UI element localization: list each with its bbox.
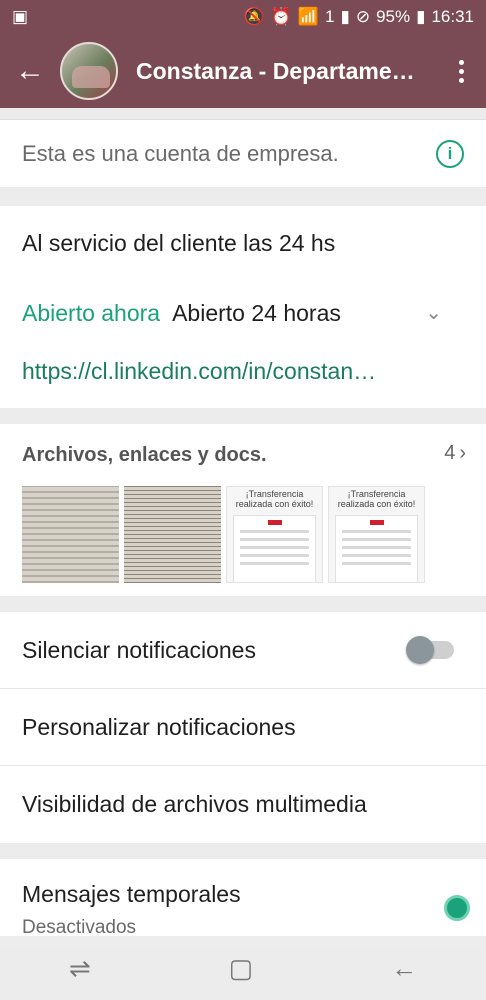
custom-notifications-row[interactable]: Personalizar notificaciones (0, 689, 486, 766)
notification-settings-card: Silenciar notificaciones Personalizar no… (0, 612, 486, 843)
temporary-messages-label: Mensajes temporales (22, 881, 241, 907)
app-bar: ← Constanza - Departame… (0, 34, 486, 108)
media-thumbnail-2[interactable] (124, 486, 221, 583)
battery-percent: 95% (376, 7, 411, 26)
back-arrow-icon[interactable]: ← (0, 34, 60, 108)
media-count-value: 4 (444, 442, 456, 464)
sim-badge: 1 (324, 7, 335, 26)
back-icon[interactable]: ← (391, 953, 417, 984)
home-icon[interactable]: ▢ (229, 953, 254, 984)
bank-logo-icon (369, 520, 384, 525)
hours-value: Abierto 24 horas (172, 300, 341, 326)
chevron-right-icon: › (459, 442, 466, 464)
media-thumbnail-4[interactable]: ¡Transferencia realizada con éxito! (328, 486, 425, 583)
business-description-card: Al servicio del cliente las 24 hs Abiert… (0, 206, 486, 408)
info-icon[interactable]: i (436, 139, 464, 168)
clock: 16:31 (431, 7, 474, 26)
business-account-notice: Esta es una cuenta de empresa. (22, 140, 339, 166)
no-disturb-icon: ⊘ (355, 7, 371, 26)
receipt-preview (233, 515, 316, 582)
recent-apps-icon[interactable]: ⇌ (69, 953, 91, 984)
overflow-menu-icon[interactable] (436, 59, 486, 83)
hours-status: Abierto ahora (22, 300, 161, 326)
media-thumbnail-1[interactable] (22, 486, 119, 583)
website-link[interactable]: https://cl.linkedin.com/in/constan… (22, 358, 442, 385)
business-hours[interactable]: Abierto ahora Abierto 24 horas (22, 300, 341, 327)
media-count[interactable]: 4 › (444, 442, 466, 465)
gallery-icon: ▣ (12, 7, 29, 26)
business-account-card[interactable]: Esta es una cuenta de empresa. i (0, 119, 486, 187)
media-thumbnail-3[interactable]: ¡Transferencia realizada con éxito! (226, 486, 323, 583)
receipt-heading: ¡Transferencia realizada con éxito! (235, 489, 314, 509)
system-nav-bar: ⇌ ▢ ← (0, 936, 486, 1000)
business-description: Al servicio del cliente las 24 hs (22, 230, 336, 256)
battery-icon: ▮ (416, 7, 426, 26)
bank-logo-icon (267, 520, 282, 525)
alarm-icon: ⏰ (270, 7, 292, 26)
contact-title[interactable]: Constanza - Departame… (136, 58, 436, 85)
mute-icon: 🔕 (243, 7, 265, 26)
timer-icon (444, 895, 470, 921)
media-visibility-row[interactable]: Visibilidad de archivos multimedia (0, 766, 486, 843)
media-card[interactable]: Archivos, enlaces y docs. 4 › ¡Transfere… (0, 424, 486, 596)
status-bar: ▣ 🔕 ⏰ 📶 1 ▮ ⊘ 95% ▮ 16:31 (0, 0, 486, 34)
avatar[interactable] (60, 42, 118, 100)
receipt-preview (335, 515, 418, 582)
mute-toggle[interactable] (406, 636, 454, 664)
mute-notifications-label: Silenciar notificaciones (22, 636, 256, 663)
chevron-down-icon[interactable]: ⌄ (425, 300, 442, 325)
wifi-icon: 📶 (297, 7, 319, 26)
mute-notifications-row[interactable]: Silenciar notificaciones (0, 612, 486, 689)
custom-notifications-label: Personalizar notificaciones (22, 713, 296, 740)
contact-info-content[interactable]: Esta es una cuenta de empresa. i Al serv… (0, 108, 486, 1000)
signal-icon: ▮ (340, 7, 350, 26)
media-visibility-label: Visibilidad de archivos multimedia (22, 791, 367, 817)
media-section-title: Archivos, enlaces y docs. (22, 444, 267, 466)
receipt-heading: ¡Transferencia realizada con éxito! (337, 489, 416, 509)
